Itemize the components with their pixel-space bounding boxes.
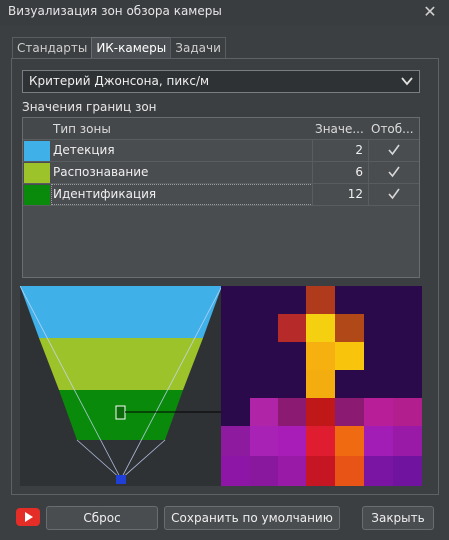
zone-name: Детекция bbox=[53, 143, 115, 157]
check-icon[interactable] bbox=[387, 187, 401, 201]
criterion-select-value: Критерий Джонсона, пикс/м bbox=[29, 74, 210, 88]
zone-name: Идентификация bbox=[53, 187, 157, 201]
detection-zone bbox=[20, 286, 222, 338]
recognition-zone bbox=[39, 338, 203, 390]
column-divider bbox=[312, 140, 313, 206]
zone-value[interactable]: 12 bbox=[348, 187, 363, 201]
close-button[interactable]: Закрыть bbox=[362, 506, 434, 530]
zone-name: Распознавание bbox=[53, 165, 149, 179]
thermal-pixel-grid bbox=[221, 286, 422, 486]
title-bar: Визуализация зон обзора камеры ✕ bbox=[0, 0, 449, 26]
close-icon[interactable]: ✕ bbox=[419, 2, 441, 24]
table-row[interactable]: Детекция 2 bbox=[23, 140, 419, 162]
chevron-down-icon[interactable] bbox=[399, 73, 415, 89]
column-header-type[interactable]: Тип зоны bbox=[53, 122, 111, 136]
camera-zone-diagram bbox=[20, 286, 422, 486]
save-default-button[interactable]: Сохранить по умолчанию bbox=[164, 506, 340, 530]
column-divider bbox=[368, 140, 369, 206]
check-icon[interactable] bbox=[387, 165, 401, 179]
column-header-show[interactable]: Отоб... bbox=[371, 122, 414, 136]
zone-value[interactable]: 2 bbox=[355, 143, 363, 157]
zones-section-label: Значения границ зон bbox=[22, 100, 157, 114]
table-header: Тип зоны Значе... Отоб... bbox=[23, 118, 419, 140]
table-row[interactable]: Идентификация 12 bbox=[23, 184, 419, 206]
tab-bar: Стандарты ИК-камеры Задачи bbox=[12, 37, 226, 59]
tab-standards[interactable]: Стандарты bbox=[12, 37, 93, 59]
youtube-icon[interactable] bbox=[16, 508, 40, 526]
zone-color-swatch[interactable] bbox=[24, 141, 50, 161]
column-header-value[interactable]: Значе... bbox=[315, 122, 364, 136]
zones-table: Тип зоны Значе... Отоб... Детекция 2 Рас… bbox=[22, 117, 420, 278]
tab-ir-cameras[interactable]: ИК-камеры bbox=[91, 37, 172, 59]
zone-color-swatch[interactable] bbox=[24, 185, 50, 205]
window-title: Визуализация зон обзора камеры bbox=[8, 4, 222, 18]
zone-color-swatch[interactable] bbox=[24, 163, 50, 183]
table-row[interactable]: Распознавание 6 bbox=[23, 162, 419, 184]
check-icon[interactable] bbox=[387, 143, 401, 157]
criterion-select[interactable]: Критерий Джонсона, пикс/м bbox=[22, 70, 420, 93]
person-icon bbox=[115, 405, 126, 420]
tab-tasks[interactable]: Задачи bbox=[170, 37, 226, 59]
zone-value[interactable]: 6 bbox=[355, 165, 363, 179]
reset-button[interactable]: Сброс bbox=[46, 506, 158, 530]
camera-icon bbox=[116, 475, 126, 484]
